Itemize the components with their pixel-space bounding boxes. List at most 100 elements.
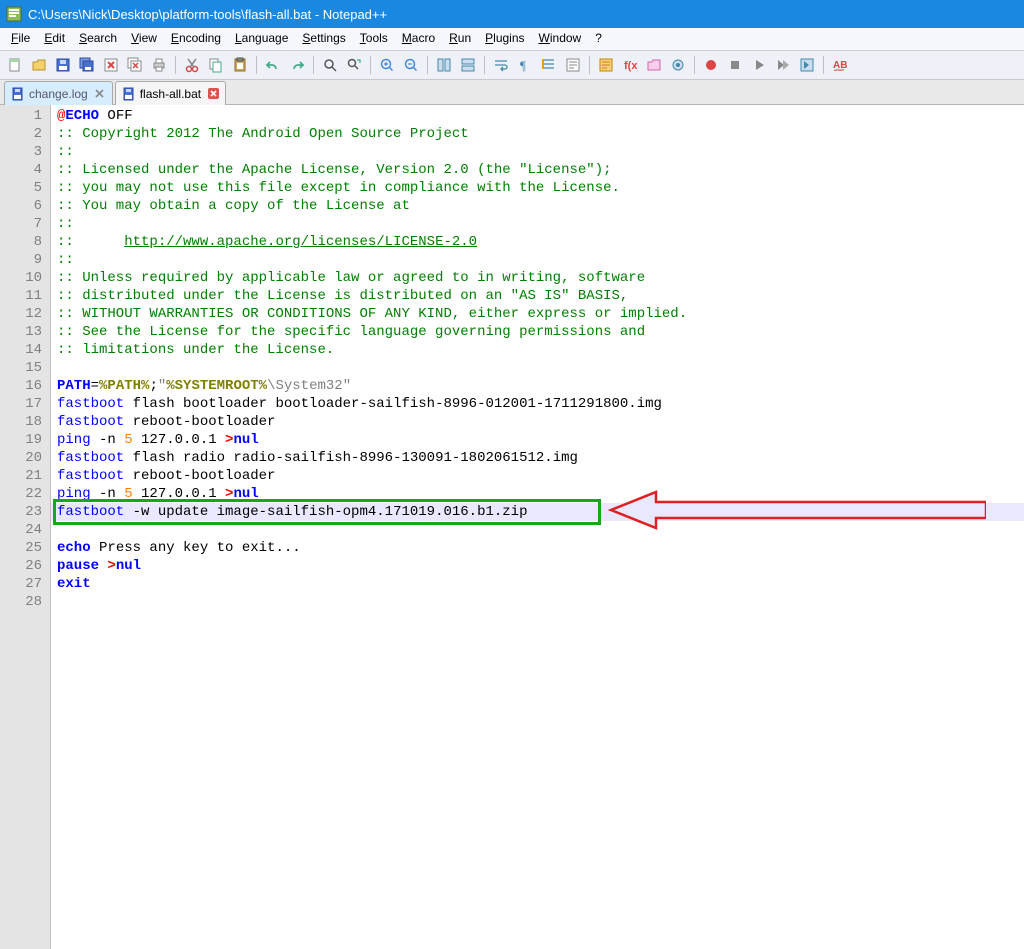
code-line-25[interactable]: echo Press any key to exit... (57, 539, 1018, 557)
play-macro-icon[interactable] (748, 54, 770, 76)
code-line-15[interactable] (57, 359, 1018, 377)
spellcheck-icon[interactable]: ABC (829, 54, 851, 76)
code-line-20[interactable]: fastboot flash radio radio-sailfish-8996… (57, 449, 1018, 467)
menu-bar: FileEditSearchViewEncodingLanguageSettin… (0, 28, 1024, 51)
save-all-icon[interactable] (76, 54, 98, 76)
toolbar-separator (823, 56, 824, 74)
code-line-9[interactable]: :: (57, 251, 1018, 269)
redo-icon[interactable] (286, 54, 308, 76)
function-list-icon[interactable]: f(x) (619, 54, 641, 76)
menu-search[interactable]: Search (72, 28, 124, 50)
copy-icon[interactable] (205, 54, 227, 76)
tab-label: flash-all.bat (140, 87, 201, 101)
code-line-5[interactable]: :: you may not use this file except in c… (57, 179, 1018, 197)
zoom-in-icon[interactable] (376, 54, 398, 76)
toolbar-separator (313, 56, 314, 74)
svg-text:ABC: ABC (833, 60, 848, 71)
code-line-19[interactable]: ping -n 5 127.0.0.1 >nul (57, 431, 1018, 449)
indent-guide-icon[interactable] (538, 54, 560, 76)
code-line-7[interactable]: :: (57, 215, 1018, 233)
toolbar-separator (256, 56, 257, 74)
close-all-icon[interactable] (124, 54, 146, 76)
stop-macro-icon[interactable] (724, 54, 746, 76)
tab-flash-all-bat[interactable]: flash-all.bat (115, 81, 226, 105)
menu-macro[interactable]: Macro (395, 28, 442, 50)
save-macro-icon[interactable] (796, 54, 818, 76)
save-icon[interactable] (52, 54, 74, 76)
line-number-gutter: 1234567891011121314151617181920212223242… (0, 105, 51, 949)
close-tab-icon[interactable] (94, 88, 106, 100)
window-title: C:\Users\Nick\Desktop\platform-tools\fla… (28, 7, 387, 22)
svg-text:¶: ¶ (520, 58, 526, 73)
code-line-21[interactable]: fastboot reboot-bootloader (57, 467, 1018, 485)
show-all-chars-icon[interactable]: ¶ (514, 54, 536, 76)
file-icon (122, 87, 136, 101)
code-line-28[interactable] (57, 593, 1018, 611)
code-line-6[interactable]: :: You may obtain a copy of the License … (57, 197, 1018, 215)
menu-tools[interactable]: Tools (353, 28, 395, 50)
cut-icon[interactable] (181, 54, 203, 76)
menu-encoding[interactable]: Encoding (164, 28, 228, 50)
code-line-10[interactable]: :: Unless required by applicable law or … (57, 269, 1018, 287)
doc-map-icon[interactable] (595, 54, 617, 76)
toolbar: ¶ f(x) ABC (0, 51, 1024, 80)
title-bar: C:\Users\Nick\Desktop\platform-tools\fla… (0, 0, 1024, 28)
app-icon (6, 6, 22, 22)
code-line-26[interactable]: pause >nul (57, 557, 1018, 575)
sync-h-icon[interactable] (457, 54, 479, 76)
code-line-2[interactable]: :: Copyright 2012 The Android Open Sourc… (57, 125, 1018, 143)
code-line-1[interactable]: @ECHO OFF (57, 107, 1018, 125)
toolbar-separator (589, 56, 590, 74)
code-line-23[interactable]: fastboot -w update image-sailfish-opm4.1… (51, 503, 1024, 521)
code-line-17[interactable]: fastboot flash bootloader bootloader-sai… (57, 395, 1018, 413)
play-multi-icon[interactable] (772, 54, 794, 76)
menu-run[interactable]: Run (442, 28, 478, 50)
code-line-13[interactable]: :: See the License for the specific lang… (57, 323, 1018, 341)
code-line-4[interactable]: :: Licensed under the Apache License, Ve… (57, 161, 1018, 179)
code-line-16[interactable]: PATH=%PATH%;"%SYSTEMROOT%\System32" (57, 377, 1018, 395)
code-line-12[interactable]: :: WITHOUT WARRANTIES OR CONDITIONS OF A… (57, 305, 1018, 323)
code-line-8[interactable]: :: http://www.apache.org/licenses/LICENS… (57, 233, 1018, 251)
menu-settings[interactable]: Settings (295, 28, 352, 50)
find-icon[interactable] (319, 54, 341, 76)
record-macro-icon[interactable] (700, 54, 722, 76)
code-line-22[interactable]: ping -n 5 127.0.0.1 >nul (57, 485, 1018, 503)
code-line-24[interactable] (57, 521, 1018, 539)
menu-view[interactable]: View (124, 28, 164, 50)
user-lang-icon[interactable] (562, 54, 584, 76)
menu-file[interactable]: File (4, 28, 37, 50)
tab-change-log[interactable]: change.log (4, 81, 113, 105)
editor[interactable]: 1234567891011121314151617181920212223242… (0, 105, 1024, 949)
undo-icon[interactable] (262, 54, 284, 76)
menu-plugins[interactable]: Plugins (478, 28, 531, 50)
menu-window[interactable]: Window (532, 28, 589, 50)
monitor-icon[interactable] (667, 54, 689, 76)
toolbar-separator (694, 56, 695, 74)
code-line-18[interactable]: fastboot reboot-bootloader (57, 413, 1018, 431)
menu-language[interactable]: Language (228, 28, 295, 50)
zoom-out-icon[interactable] (400, 54, 422, 76)
wordwrap-icon[interactable] (490, 54, 512, 76)
toolbar-separator (427, 56, 428, 74)
code-line-3[interactable]: :: (57, 143, 1018, 161)
file-icon (11, 87, 25, 101)
folder-icon[interactable] (643, 54, 665, 76)
tab-bar: change.log flash-all.bat (0, 80, 1024, 105)
replace-icon[interactable] (343, 54, 365, 76)
open-file-icon[interactable] (28, 54, 50, 76)
menu-edit[interactable]: Edit (37, 28, 72, 50)
code-line-11[interactable]: :: distributed under the License is dist… (57, 287, 1018, 305)
toolbar-separator (370, 56, 371, 74)
code-area[interactable]: @ECHO OFF:: Copyright 2012 The Android O… (51, 105, 1024, 949)
menu-[interactable]: ? (588, 28, 609, 50)
close-tab-icon[interactable] (207, 88, 219, 100)
close-file-icon[interactable] (100, 54, 122, 76)
code-line-14[interactable]: :: limitations under the License. (57, 341, 1018, 359)
new-file-icon[interactable] (4, 54, 26, 76)
tab-label: change.log (29, 87, 88, 101)
svg-text:f(x): f(x) (624, 60, 638, 72)
sync-v-icon[interactable] (433, 54, 455, 76)
print-icon[interactable] (148, 54, 170, 76)
code-line-27[interactable]: exit (57, 575, 1018, 593)
paste-icon[interactable] (229, 54, 251, 76)
